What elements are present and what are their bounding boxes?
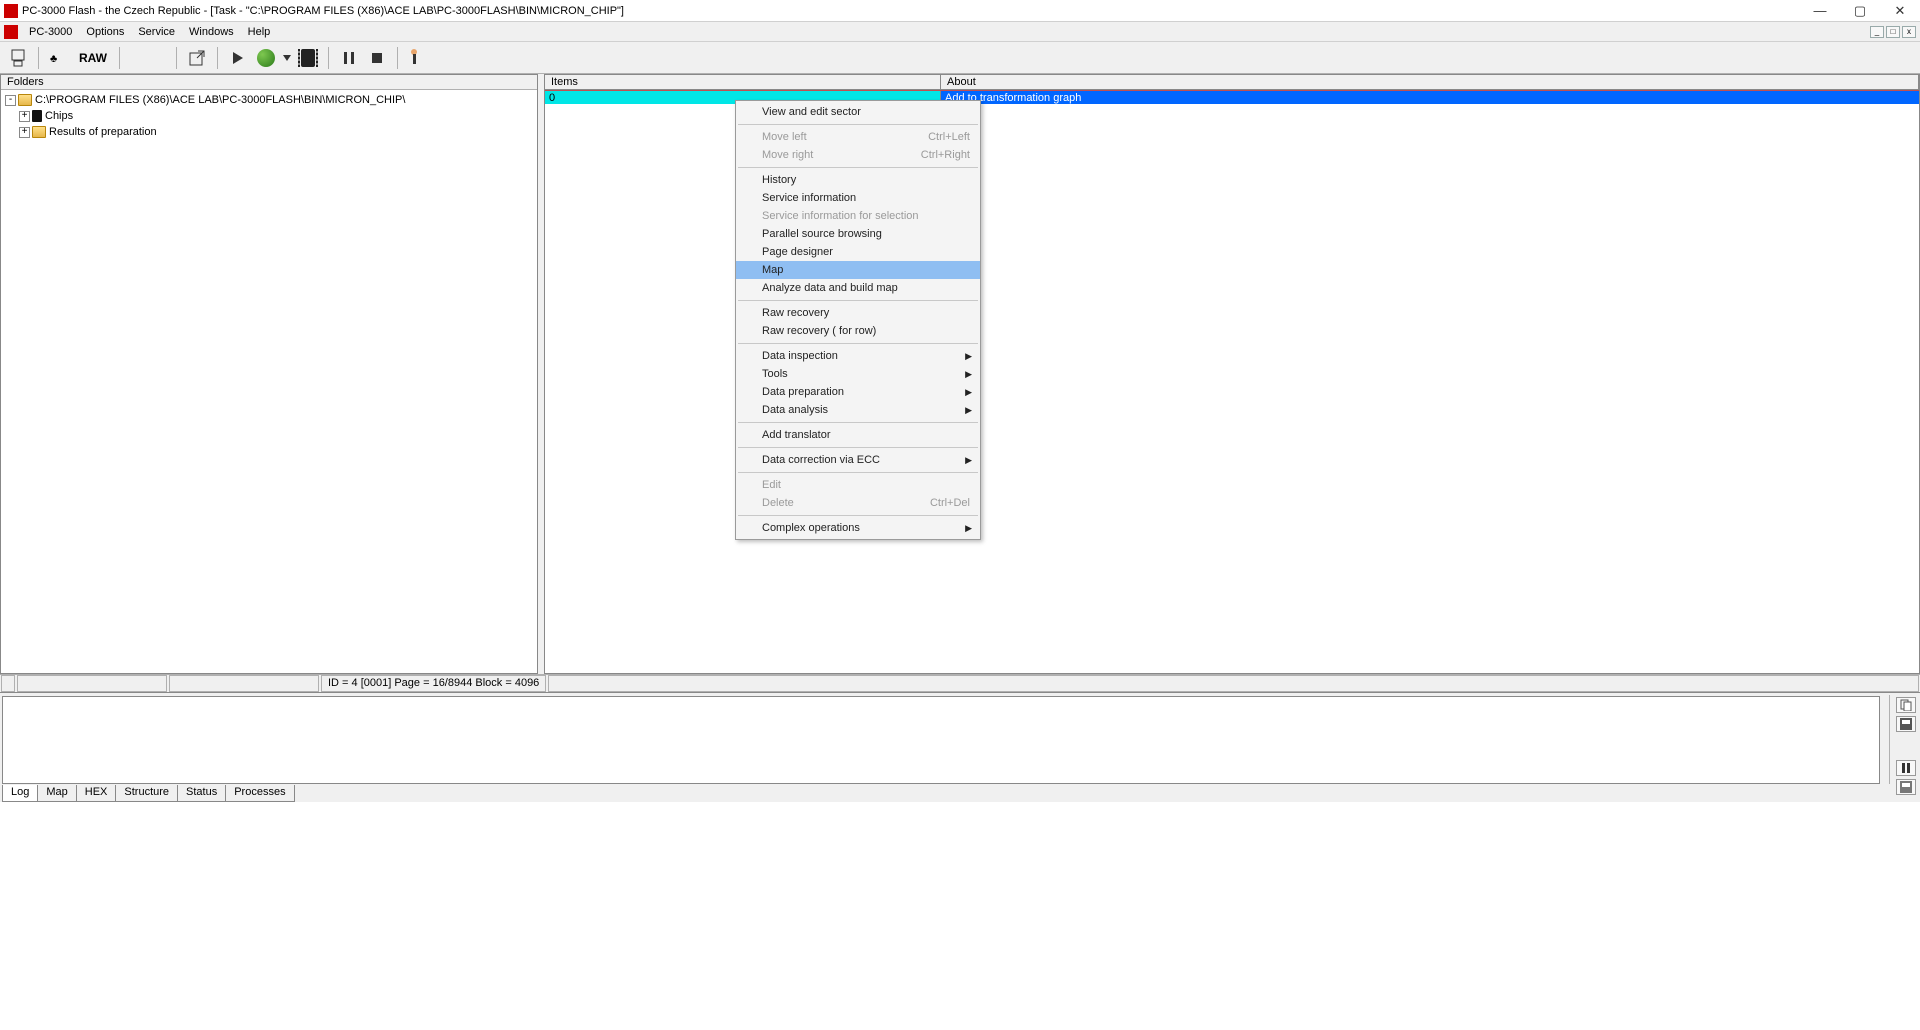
col-about[interactable]: About <box>941 75 1919 89</box>
menu-bar: PC-3000 Options Service Windows Help _ □… <box>0 22 1920 42</box>
close-button[interactable]: ✕ <box>1880 0 1920 22</box>
folder-icon <box>32 126 46 138</box>
status-info: ID = 4 [0001] Page = 16/8944 Block = 409… <box>321 675 546 692</box>
tab-log[interactable]: Log <box>2 785 38 802</box>
mdi-restore-button[interactable]: □ <box>1886 26 1900 38</box>
clear-log-icon[interactable] <box>1896 779 1916 795</box>
column-headers: Items About <box>545 75 1919 90</box>
menu-windows[interactable]: Windows <box>182 22 241 42</box>
ctx-data-correction-ecc[interactable]: Data correction via ECC▶ <box>736 451 980 469</box>
play-icon[interactable] <box>226 46 250 70</box>
expand-icon[interactable]: + <box>19 127 30 138</box>
chevron-right-icon: ▶ <box>965 369 972 380</box>
ctx-raw-recovery[interactable]: Raw recovery <box>736 304 980 322</box>
tree-root-label: C:\PROGRAM FILES (X86)\ACE LAB\PC-3000FL… <box>35 94 405 106</box>
chevron-right-icon: ▶ <box>965 455 972 466</box>
log-content[interactable] <box>2 696 1880 784</box>
pause-log-icon[interactable] <box>1896 760 1916 776</box>
menu-help[interactable]: Help <box>241 22 278 42</box>
status-cell-1 <box>1 675 15 692</box>
stop-icon[interactable] <box>365 46 389 70</box>
col-items[interactable]: Items <box>545 75 941 89</box>
app-icon-small <box>4 25 18 39</box>
title-bar: PC-3000 Flash - the Czech Republic - [Ta… <box>0 0 1920 22</box>
ctx-view-edit-sector[interactable]: View and edit sector <box>736 103 980 121</box>
ctx-map[interactable]: Map <box>736 261 980 279</box>
menu-options[interactable]: Options <box>79 22 131 42</box>
menu-pc3000[interactable]: PC-3000 <box>22 22 79 42</box>
ctx-page-designer[interactable]: Page designer <box>736 243 980 261</box>
mdi-close-button[interactable]: x <box>1902 26 1916 38</box>
tree-chips[interactable]: + Chips <box>5 108 533 124</box>
pause-icon[interactable] <box>337 46 361 70</box>
tree-results[interactable]: + Results of preparation <box>5 124 533 140</box>
tab-map[interactable]: Map <box>37 785 76 802</box>
export-icon[interactable] <box>185 46 209 70</box>
globe-icon[interactable] <box>254 46 278 70</box>
toolbar: ♣ RAW <box>0 42 1920 74</box>
tab-status[interactable]: Status <box>177 785 226 802</box>
tree-chips-label: Chips <box>45 110 73 122</box>
app-icon <box>4 4 18 18</box>
bottom-tabs: Log Map HEX Structure Status Processes <box>2 785 294 802</box>
dropdown-arrow-icon[interactable] <box>282 46 292 70</box>
chevron-right-icon: ▶ <box>965 523 972 534</box>
tab-hex[interactable]: HEX <box>76 785 117 802</box>
ctx-parallel-source-browsing[interactable]: Parallel source browsing <box>736 225 980 243</box>
ctx-data-analysis[interactable]: Data analysis▶ <box>736 401 980 419</box>
binary-icon[interactable]: ♣ <box>47 46 71 70</box>
ctx-move-left: Move leftCtrl+Left <box>736 128 980 146</box>
log-side-buttons <box>1896 697 1916 795</box>
collapse-icon[interactable]: - <box>5 95 16 106</box>
minimize-button[interactable]: — <box>1800 0 1840 22</box>
folder-open-icon <box>18 94 32 106</box>
exit-icon[interactable] <box>406 46 430 70</box>
tree-results-label: Results of preparation <box>49 126 157 138</box>
save-icon[interactable] <box>1896 716 1916 732</box>
ctx-raw-recovery-row[interactable]: Raw recovery ( for row) <box>736 322 980 340</box>
maximize-button[interactable]: ▢ <box>1840 0 1880 22</box>
tab-structure[interactable]: Structure <box>115 785 178 802</box>
svg-text:♣: ♣ <box>50 53 57 65</box>
mdi-minimize-button[interactable]: _ <box>1870 26 1884 38</box>
expand-icon[interactable]: + <box>19 111 30 122</box>
cell-about: Add to transformation graph <box>941 91 1919 104</box>
status-cell-2 <box>17 675 167 692</box>
ctx-tools[interactable]: Tools▶ <box>736 365 980 383</box>
mdi-buttons: _ □ x <box>1870 26 1920 38</box>
ctx-move-right: Move rightCtrl+Right <box>736 146 980 164</box>
ctx-service-information[interactable]: Service information <box>736 189 980 207</box>
tab-processes[interactable]: Processes <box>225 785 294 802</box>
device-icon[interactable] <box>6 46 30 70</box>
ctx-data-inspection[interactable]: Data inspection▶ <box>736 347 980 365</box>
raw-button[interactable]: RAW <box>75 51 111 65</box>
chip-icon[interactable] <box>296 46 320 70</box>
status-cell-3 <box>169 675 319 692</box>
ctx-complex-operations[interactable]: Complex operations▶ <box>736 519 980 537</box>
ctx-service-information-selection: Service information for selection <box>736 207 980 225</box>
chip-folder-icon <box>32 110 42 122</box>
ctx-edit: Edit <box>736 476 980 494</box>
context-menu: View and edit sector Move leftCtrl+Left … <box>735 100 981 540</box>
status-bar: ID = 4 [0001] Page = 16/8944 Block = 409… <box>0 674 1920 692</box>
chevron-right-icon: ▶ <box>965 387 972 398</box>
ctx-add-translator[interactable]: Add translator <box>736 426 980 444</box>
log-area: Log Map HEX Structure Status Processes <box>0 692 1920 802</box>
ctx-history[interactable]: History <box>736 171 980 189</box>
chevron-right-icon: ▶ <box>965 405 972 416</box>
folders-header: Folders <box>1 75 537 90</box>
chevron-right-icon: ▶ <box>965 351 972 362</box>
copy-icon[interactable] <box>1896 697 1916 713</box>
ctx-delete: DeleteCtrl+Del <box>736 494 980 512</box>
folder-tree[interactable]: - C:\PROGRAM FILES (X86)\ACE LAB\PC-3000… <box>1 90 537 142</box>
tree-root[interactable]: - C:\PROGRAM FILES (X86)\ACE LAB\PC-3000… <box>5 92 533 108</box>
ctx-analyze-build-map[interactable]: Analyze data and build map <box>736 279 980 297</box>
folders-pane: Folders - C:\PROGRAM FILES (X86)\ACE LAB… <box>0 74 538 674</box>
window-title: PC-3000 Flash - the Czech Republic - [Ta… <box>22 5 1800 17</box>
menu-service[interactable]: Service <box>131 22 182 42</box>
status-cell-5 <box>548 675 1919 692</box>
ctx-data-preparation[interactable]: Data preparation▶ <box>736 383 980 401</box>
